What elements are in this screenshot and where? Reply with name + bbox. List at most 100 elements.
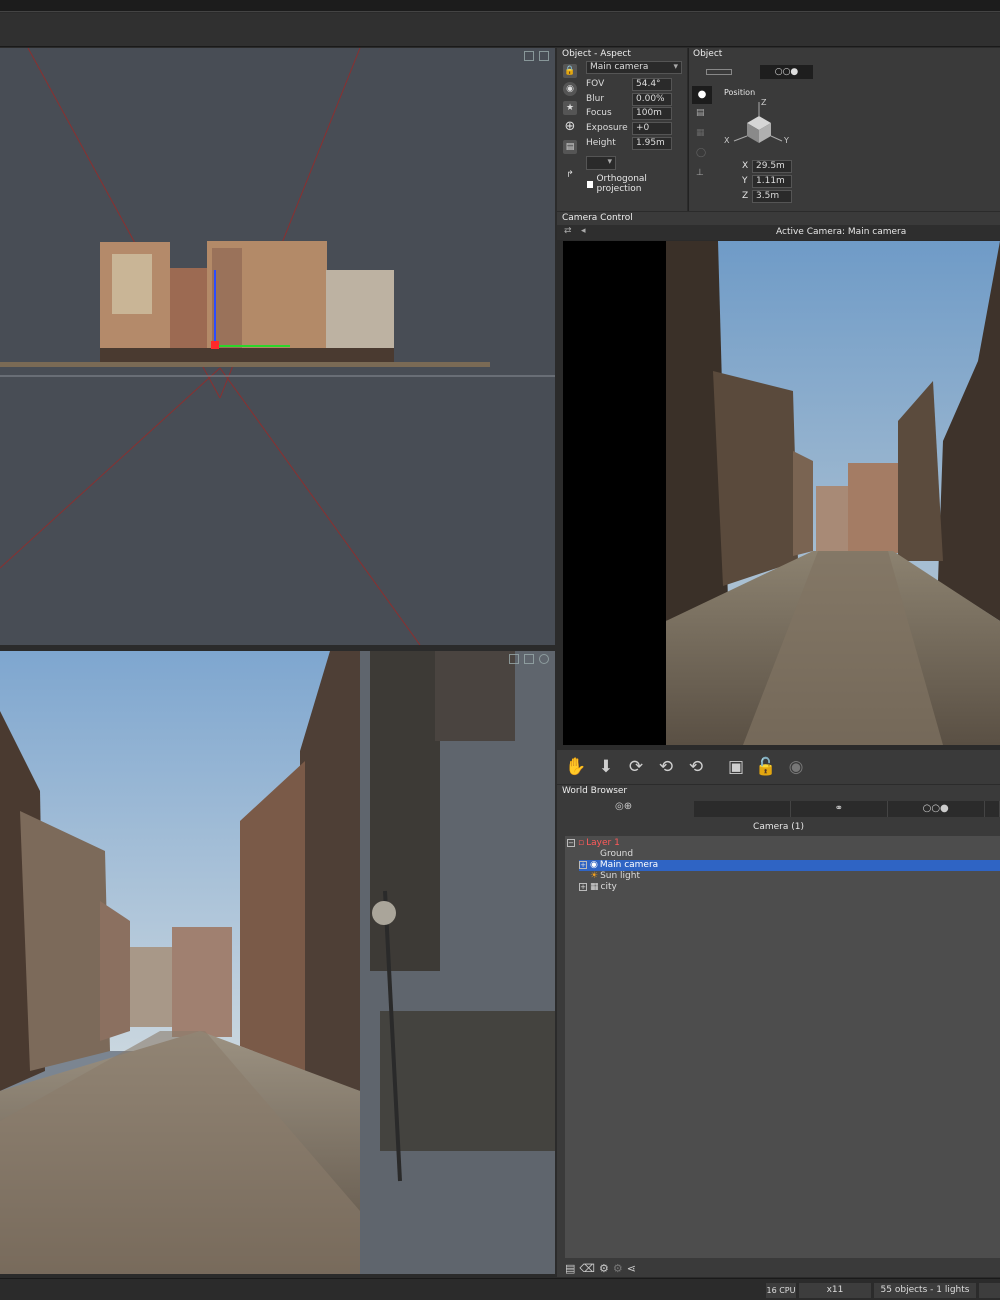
group-icon: ▦ (590, 882, 599, 892)
ortho-option: Orthogonal projection (587, 174, 687, 194)
object-aspect-panel: Object - Aspect 🔒 ◉ ★ ⊕ ▤ ↱ Main camera … (557, 48, 687, 211)
ruler-icon[interactable] (706, 69, 732, 75)
viewport-icons (509, 654, 549, 664)
axes-icon[interactable]: ⊥ (696, 168, 704, 178)
expand-toggle[interactable]: + (579, 860, 587, 869)
star-icon[interactable]: ★ (563, 101, 577, 115)
panel-title: World Browser (562, 786, 628, 796)
ground-label: Ground (600, 849, 634, 859)
camera-sync-icon[interactable]: ⟲ (685, 756, 707, 778)
link-tab-icon[interactable]: ⚭ (791, 801, 888, 817)
dolly-down-icon[interactable]: ⬇ (595, 756, 617, 778)
tab-empty[interactable] (694, 801, 791, 817)
panel-title: Object - Aspect (562, 49, 631, 59)
object-panel: Object ○○● ● ▤ ▦ ◯ ⊥ Position Z X Y X 29… (688, 48, 1000, 211)
globe-icon[interactable]: ◉ (563, 82, 577, 96)
axis-y-label: Y (784, 136, 789, 145)
pos-x-label: X (742, 161, 749, 171)
blur-field[interactable]: 0.00% (632, 92, 672, 106)
fov-row: FOV 54.4° (586, 77, 672, 91)
position-pin-icon[interactable]: ● (692, 86, 712, 104)
trash-icon[interactable]: ⌫ (579, 1262, 595, 1275)
layer-label: Layer 1 (586, 838, 620, 848)
frame-focus-icon[interactable]: ▣ (725, 756, 747, 778)
camera-rig-icon[interactable]: ↱ (563, 168, 577, 182)
menu-bar (0, 13, 1000, 47)
ortho-label: Orthogonal projection (596, 174, 647, 194)
pos-z-label: Z (742, 191, 749, 201)
exposure-label: Exposure (586, 123, 628, 133)
world-browser-footer: ▤ ⌫ ⚙ ⚙ ⋖ (565, 1262, 636, 1275)
pos-z-field[interactable]: 3.5m (752, 189, 792, 203)
cylinder-icon[interactable]: ◯ (696, 148, 706, 158)
fov-field[interactable]: 54.4° (632, 77, 672, 91)
camera-render-view[interactable] (563, 241, 1000, 745)
frame-icon[interactable] (524, 654, 534, 664)
toggle-icon[interactable]: ○○● (760, 65, 813, 79)
focus-row: Focus 100m (586, 106, 672, 120)
image-icon[interactable]: ▦ (696, 128, 705, 138)
tree-item-ground[interactable]: Ground (600, 849, 633, 860)
page-icon[interactable]: ▤ (696, 108, 705, 118)
group-action-icon[interactable]: ⚙ (613, 1262, 623, 1275)
perspective-view-scene (0, 651, 555, 1274)
front-viewport[interactable] (0, 48, 555, 645)
main-camera-label: Main camera (599, 860, 659, 870)
blur-row: Blur 0.00% (586, 92, 672, 106)
projection-select[interactable] (586, 156, 616, 170)
tree-item-layer1[interactable]: − ▫ Layer 1 (567, 838, 620, 849)
objects-tab-icon[interactable]: ◎⊕ (615, 801, 632, 812)
tree-item-sun-light[interactable]: ☀ Sun light (590, 871, 640, 882)
front-view-scene (0, 48, 555, 645)
exposure-row: Exposure +0 (586, 121, 672, 135)
focus-field[interactable]: 100m (632, 106, 672, 120)
tab-extra[interactable] (985, 801, 1000, 817)
crosshair-icon[interactable]: ⊕ (563, 120, 577, 134)
cube-icon[interactable] (524, 51, 534, 61)
pos-x-field[interactable]: 29.5m (752, 159, 792, 173)
collapse-toggle[interactable]: − (567, 838, 575, 847)
pos-y-field[interactable]: 1.11m (752, 174, 792, 188)
materials-tab-icon[interactable]: ○○● (888, 801, 985, 817)
title-bar (0, 0, 1000, 12)
expand-toggle[interactable]: + (579, 882, 587, 891)
light-icon[interactable] (539, 654, 549, 664)
camera-count-label: Camera (1) (753, 822, 804, 832)
tree-item-main-camera[interactable]: + ◉ Main camera (579, 860, 1000, 871)
camera-select[interactable]: Main camera (586, 61, 682, 74)
unlock-icon[interactable]: 🔓 (755, 756, 777, 778)
panel-title: Camera Control (562, 213, 633, 223)
active-camera-label: Active Camera: Main camera (776, 227, 907, 237)
cpu-count: 16 CPU (766, 1283, 796, 1298)
pan-hand-icon[interactable]: ✋ (565, 756, 587, 778)
camera-control-header: Camera Control (557, 212, 1000, 225)
share-icon[interactable]: ⋖ (627, 1262, 636, 1275)
height-label: Height (586, 138, 616, 148)
snapshot-camera-icon[interactable]: ◉ (785, 756, 807, 778)
camera-icon: ◉ (590, 860, 598, 870)
exposure-field[interactable]: +0 (632, 121, 672, 135)
object-count: 55 objects - 1 lights (874, 1283, 976, 1298)
panel-title: Object (693, 49, 723, 59)
pos-z-row: Z 3.5m (742, 189, 792, 203)
gear-icon[interactable]: ⚙ (599, 1262, 609, 1275)
focus-label: Focus (586, 108, 612, 118)
collapse-icon[interactable]: ◂ (581, 226, 586, 236)
camera-toolbar: ✋ ⬇ ⟳ ⟲ ⟲ ▣ 🔓 ◉ (557, 750, 1000, 784)
camera-render-scene (666, 241, 1000, 745)
orbit-icon[interactable]: ⟳ (625, 756, 647, 778)
rotate-icon[interactable]: ⟲ (655, 756, 677, 778)
cube-icon[interactable] (509, 654, 519, 664)
clipboard-icon[interactable]: ▤ (563, 140, 577, 154)
world-tree: − ▫ Layer 1 Ground + ◉ Main camera ☀ Sun ligh… (565, 836, 1000, 1258)
blur-label: Blur (586, 94, 605, 104)
lock-icon[interactable]: 🔒 (563, 64, 577, 78)
sun-light-label: Sun light (600, 871, 641, 881)
new-item-icon[interactable]: ▤ (565, 1262, 575, 1275)
ortho-checkbox[interactable] (587, 180, 594, 188)
swap-icon[interactable]: ⇄ (564, 226, 572, 236)
perspective-viewport[interactable] (0, 651, 555, 1274)
tree-item-city[interactable]: + ▦ city (579, 882, 617, 893)
frame-icon[interactable] (539, 51, 549, 61)
height-field[interactable]: 1.95m (632, 136, 672, 150)
